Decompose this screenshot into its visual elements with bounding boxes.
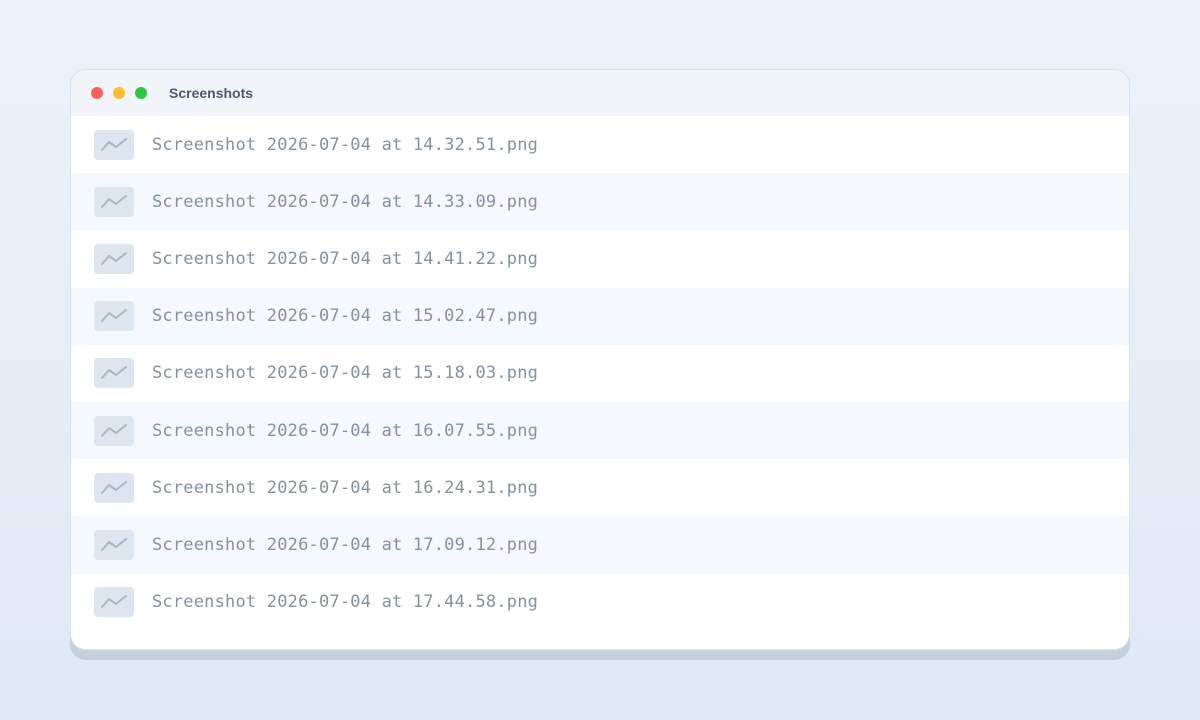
close-button[interactable] — [91, 87, 103, 99]
file-name: Screenshot 2026-07-04 at 15.18.03.png — [152, 363, 539, 384]
file-row[interactable]: Screenshot 2026-07-04 at 14.33.09.png — [71, 173, 1129, 231]
file-name: Screenshot 2026-07-04 at 16.24.31.png — [152, 477, 539, 498]
file-name: Screenshot 2026-07-04 at 14.33.09.png — [152, 191, 539, 212]
file-row[interactable]: Screenshot 2026-07-04 at 15.18.03.png — [71, 345, 1129, 402]
image-thumbnail-icon — [101, 194, 127, 208]
file-row[interactable]: Screenshot 2026-07-04 at 14.32.51.png — [71, 116, 1129, 173]
file-row[interactable]: Screenshot 2026-07-04 at 17.44.58.png — [71, 574, 1129, 631]
minimize-button[interactable] — [113, 87, 125, 99]
image-thumbnail-icon — [101, 309, 127, 323]
image-thumbnail-icon — [94, 587, 134, 618]
image-thumbnail-icon — [101, 537, 127, 551]
finder-window: Screenshots Screenshot 2026-07-04 at 14.… — [70, 69, 1130, 650]
image-thumbnail-icon — [94, 243, 134, 274]
file-list: Screenshot 2026-07-04 at 14.32.51.png Sc… — [71, 116, 1129, 631]
image-thumbnail-icon — [94, 472, 134, 503]
file-name: Screenshot 2026-07-04 at 14.41.22.png — [152, 248, 539, 269]
image-thumbnail-icon — [101, 366, 127, 380]
zoom-button[interactable] — [135, 87, 147, 99]
file-name: Screenshot 2026-07-04 at 14.32.51.png — [152, 134, 539, 155]
image-thumbnail-icon — [101, 251, 127, 265]
image-thumbnail-icon — [94, 529, 134, 560]
file-row[interactable]: Screenshot 2026-07-04 at 15.02.47.png — [71, 287, 1129, 345]
file-row[interactable]: Screenshot 2026-07-04 at 16.24.31.png — [71, 459, 1129, 516]
image-thumbnail-icon — [94, 301, 134, 332]
image-thumbnail-icon — [94, 358, 134, 389]
file-name: Screenshot 2026-07-04 at 15.02.47.png — [152, 306, 539, 327]
file-row[interactable]: Screenshot 2026-07-04 at 17.09.12.png — [71, 516, 1129, 574]
window-titlebar[interactable]: Screenshots — [71, 70, 1129, 116]
image-thumbnail-icon — [94, 415, 134, 446]
file-row[interactable]: Screenshot 2026-07-04 at 14.41.22.png — [71, 230, 1129, 287]
window-title: Screenshots — [169, 85, 254, 101]
file-name: Screenshot 2026-07-04 at 17.09.12.png — [152, 534, 539, 555]
image-thumbnail-icon — [94, 186, 134, 217]
image-thumbnail-icon — [94, 129, 134, 160]
image-thumbnail-icon — [101, 480, 127, 494]
file-row[interactable]: Screenshot 2026-07-04 at 16.07.55.png — [71, 401, 1129, 460]
file-name: Screenshot 2026-07-04 at 17.44.58.png — [152, 592, 539, 613]
file-name: Screenshot 2026-07-04 at 16.07.55.png — [152, 420, 539, 441]
image-thumbnail-icon — [101, 137, 127, 151]
image-thumbnail-icon — [101, 595, 127, 609]
image-thumbnail-icon — [101, 423, 127, 437]
